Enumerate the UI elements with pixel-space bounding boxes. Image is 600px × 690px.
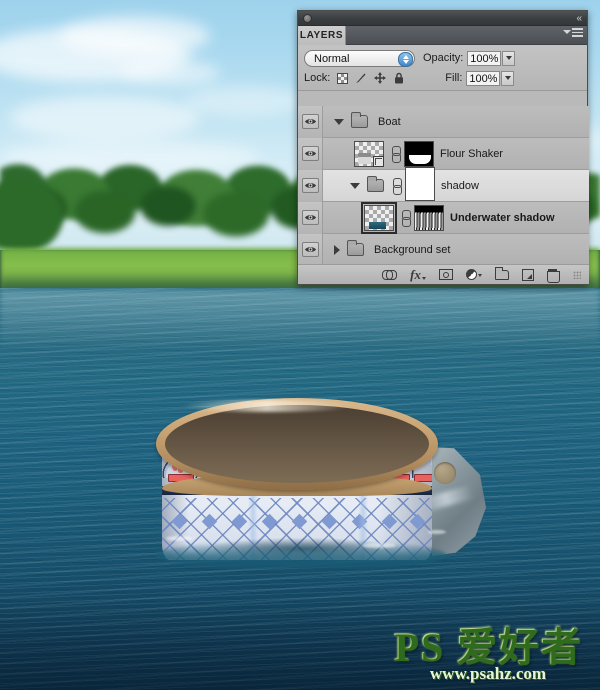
layers-panel-toolbar: fx — [298, 264, 589, 284]
layer-row-body[interactable]: Underwater shadow — [323, 201, 589, 234]
mask-link-icon[interactable] — [392, 177, 402, 195]
blend-mode-value: Normal — [314, 52, 350, 65]
layer-visibility-toggle[interactable] — [298, 106, 323, 138]
add-layer-mask-icon[interactable] — [439, 269, 453, 280]
lock-all-icon[interactable] — [393, 72, 405, 84]
collapse-to-icons-icon[interactable]: « — [576, 12, 581, 25]
opacity-dropdown-icon[interactable] — [502, 50, 516, 66]
lock-image-pixels-icon[interactable] — [355, 72, 367, 84]
panel-menu-icon[interactable] — [563, 28, 583, 37]
eye-icon — [304, 247, 316, 252]
foam — [166, 536, 192, 541]
water-glint — [0, 290, 600, 350]
resize-grip-icon[interactable] — [573, 270, 581, 279]
foam — [362, 543, 396, 548]
group-mask-thumbnail[interactable] — [405, 166, 435, 201]
cloud — [185, 86, 305, 116]
hamburger-icon — [572, 28, 583, 37]
disclosure-triangle-icon[interactable] — [350, 182, 360, 189]
layer-visibility-toggle[interactable] — [298, 169, 323, 202]
water-deep-shade — [0, 600, 600, 690]
layer-row-body[interactable]: shadow — [323, 166, 589, 202]
opacity-input[interactable]: 100% — [467, 50, 502, 66]
layer-row-body[interactable]: Flour Shaker — [323, 138, 589, 170]
thumbnail-content — [358, 152, 371, 164]
mask-link-icon[interactable] — [401, 209, 411, 227]
disclosure-triangle-icon[interactable] — [334, 244, 340, 255]
fill-dropdown-icon[interactable] — [501, 70, 515, 86]
lock-label: Lock: — [304, 72, 331, 84]
delete-layer-icon[interactable] — [547, 268, 560, 283]
layer-name: Flour Shaker — [440, 147, 503, 160]
layer-mask-thumbnail[interactable] — [404, 140, 434, 167]
blend-mode-select[interactable]: Normal — [304, 49, 415, 67]
layer-name: Underwater shadow — [450, 211, 555, 224]
layer-styles-fx-icon[interactable]: fx — [410, 267, 426, 283]
blend-mode-stepper-icon[interactable] — [398, 51, 413, 67]
table-row[interactable]: Flour Shaker — [298, 137, 589, 170]
cloud — [60, 16, 210, 56]
new-group-icon[interactable] — [494, 267, 509, 280]
layer-visibility-toggle[interactable] — [298, 137, 323, 170]
eye-icon — [304, 151, 316, 156]
panel-tabbar: LAYERS — [298, 26, 587, 45]
cloud — [120, 60, 220, 86]
panel-titlebar: « — [298, 11, 587, 26]
eye-icon — [304, 183, 316, 188]
layer-thumbnail[interactable] — [354, 140, 384, 167]
layer-name: Background set — [374, 243, 451, 256]
disclosure-triangle-icon[interactable] — [334, 118, 344, 125]
table-row[interactable]: Background set — [298, 233, 589, 266]
tab-layers[interactable]: LAYERS — [298, 26, 346, 45]
layer-name: shadow — [441, 179, 479, 192]
layer-thumbnail[interactable] — [361, 201, 397, 234]
layers-panel[interactable]: « LAYERS Normal Opacity: 100% Lock: Fill… — [297, 10, 589, 285]
tin-interior — [165, 405, 429, 483]
layer-visibility-toggle[interactable] — [298, 201, 323, 234]
fill-input[interactable]: 100% — [466, 70, 501, 86]
table-row[interactable]: Underwater shadow — [298, 201, 589, 234]
eye-icon — [304, 119, 316, 124]
smart-object-badge-icon — [373, 155, 384, 167]
handle-hole — [434, 462, 456, 484]
folder-icon — [351, 112, 368, 128]
layers-list[interactable]: Boat Flour Shaker shadow Underwater shad… — [298, 106, 589, 266]
rim-highlight — [182, 400, 352, 412]
layer-visibility-toggle[interactable] — [298, 233, 323, 266]
layer-mask-thumbnail[interactable] — [414, 204, 444, 231]
close-icon[interactable] — [303, 14, 312, 23]
thumbnail-content — [369, 221, 386, 229]
lock-position-icon[interactable] — [374, 72, 387, 84]
folder-icon — [347, 240, 364, 256]
eye-icon — [304, 215, 316, 220]
fill-label: Fill: — [445, 72, 463, 84]
table-row[interactable]: Boat — [298, 106, 589, 138]
foam — [428, 530, 446, 534]
panel-controls: Normal Opacity: 100% Lock: Fill: 100% — [298, 45, 587, 91]
layer-row-body[interactable]: Boat — [323, 106, 589, 138]
lock-transparent-pixels-icon[interactable] — [337, 72, 349, 84]
new-layer-icon[interactable] — [522, 268, 534, 281]
link-layers-icon[interactable] — [382, 270, 398, 280]
mask-link-icon[interactable] — [391, 145, 401, 163]
chevron-down-icon — [563, 30, 571, 35]
layer-name: Boat — [378, 115, 401, 128]
adjustment-layer-icon[interactable] — [466, 269, 482, 280]
folder-icon — [367, 176, 384, 192]
cloud — [10, 95, 200, 141]
opacity-label: Opacity: — [423, 52, 464, 64]
flour-shaker-object — [152, 380, 486, 595]
table-row[interactable]: shadow — [298, 166, 589, 202]
water-over-hull — [156, 542, 446, 568]
layer-row-body[interactable]: Background set — [323, 234, 589, 266]
